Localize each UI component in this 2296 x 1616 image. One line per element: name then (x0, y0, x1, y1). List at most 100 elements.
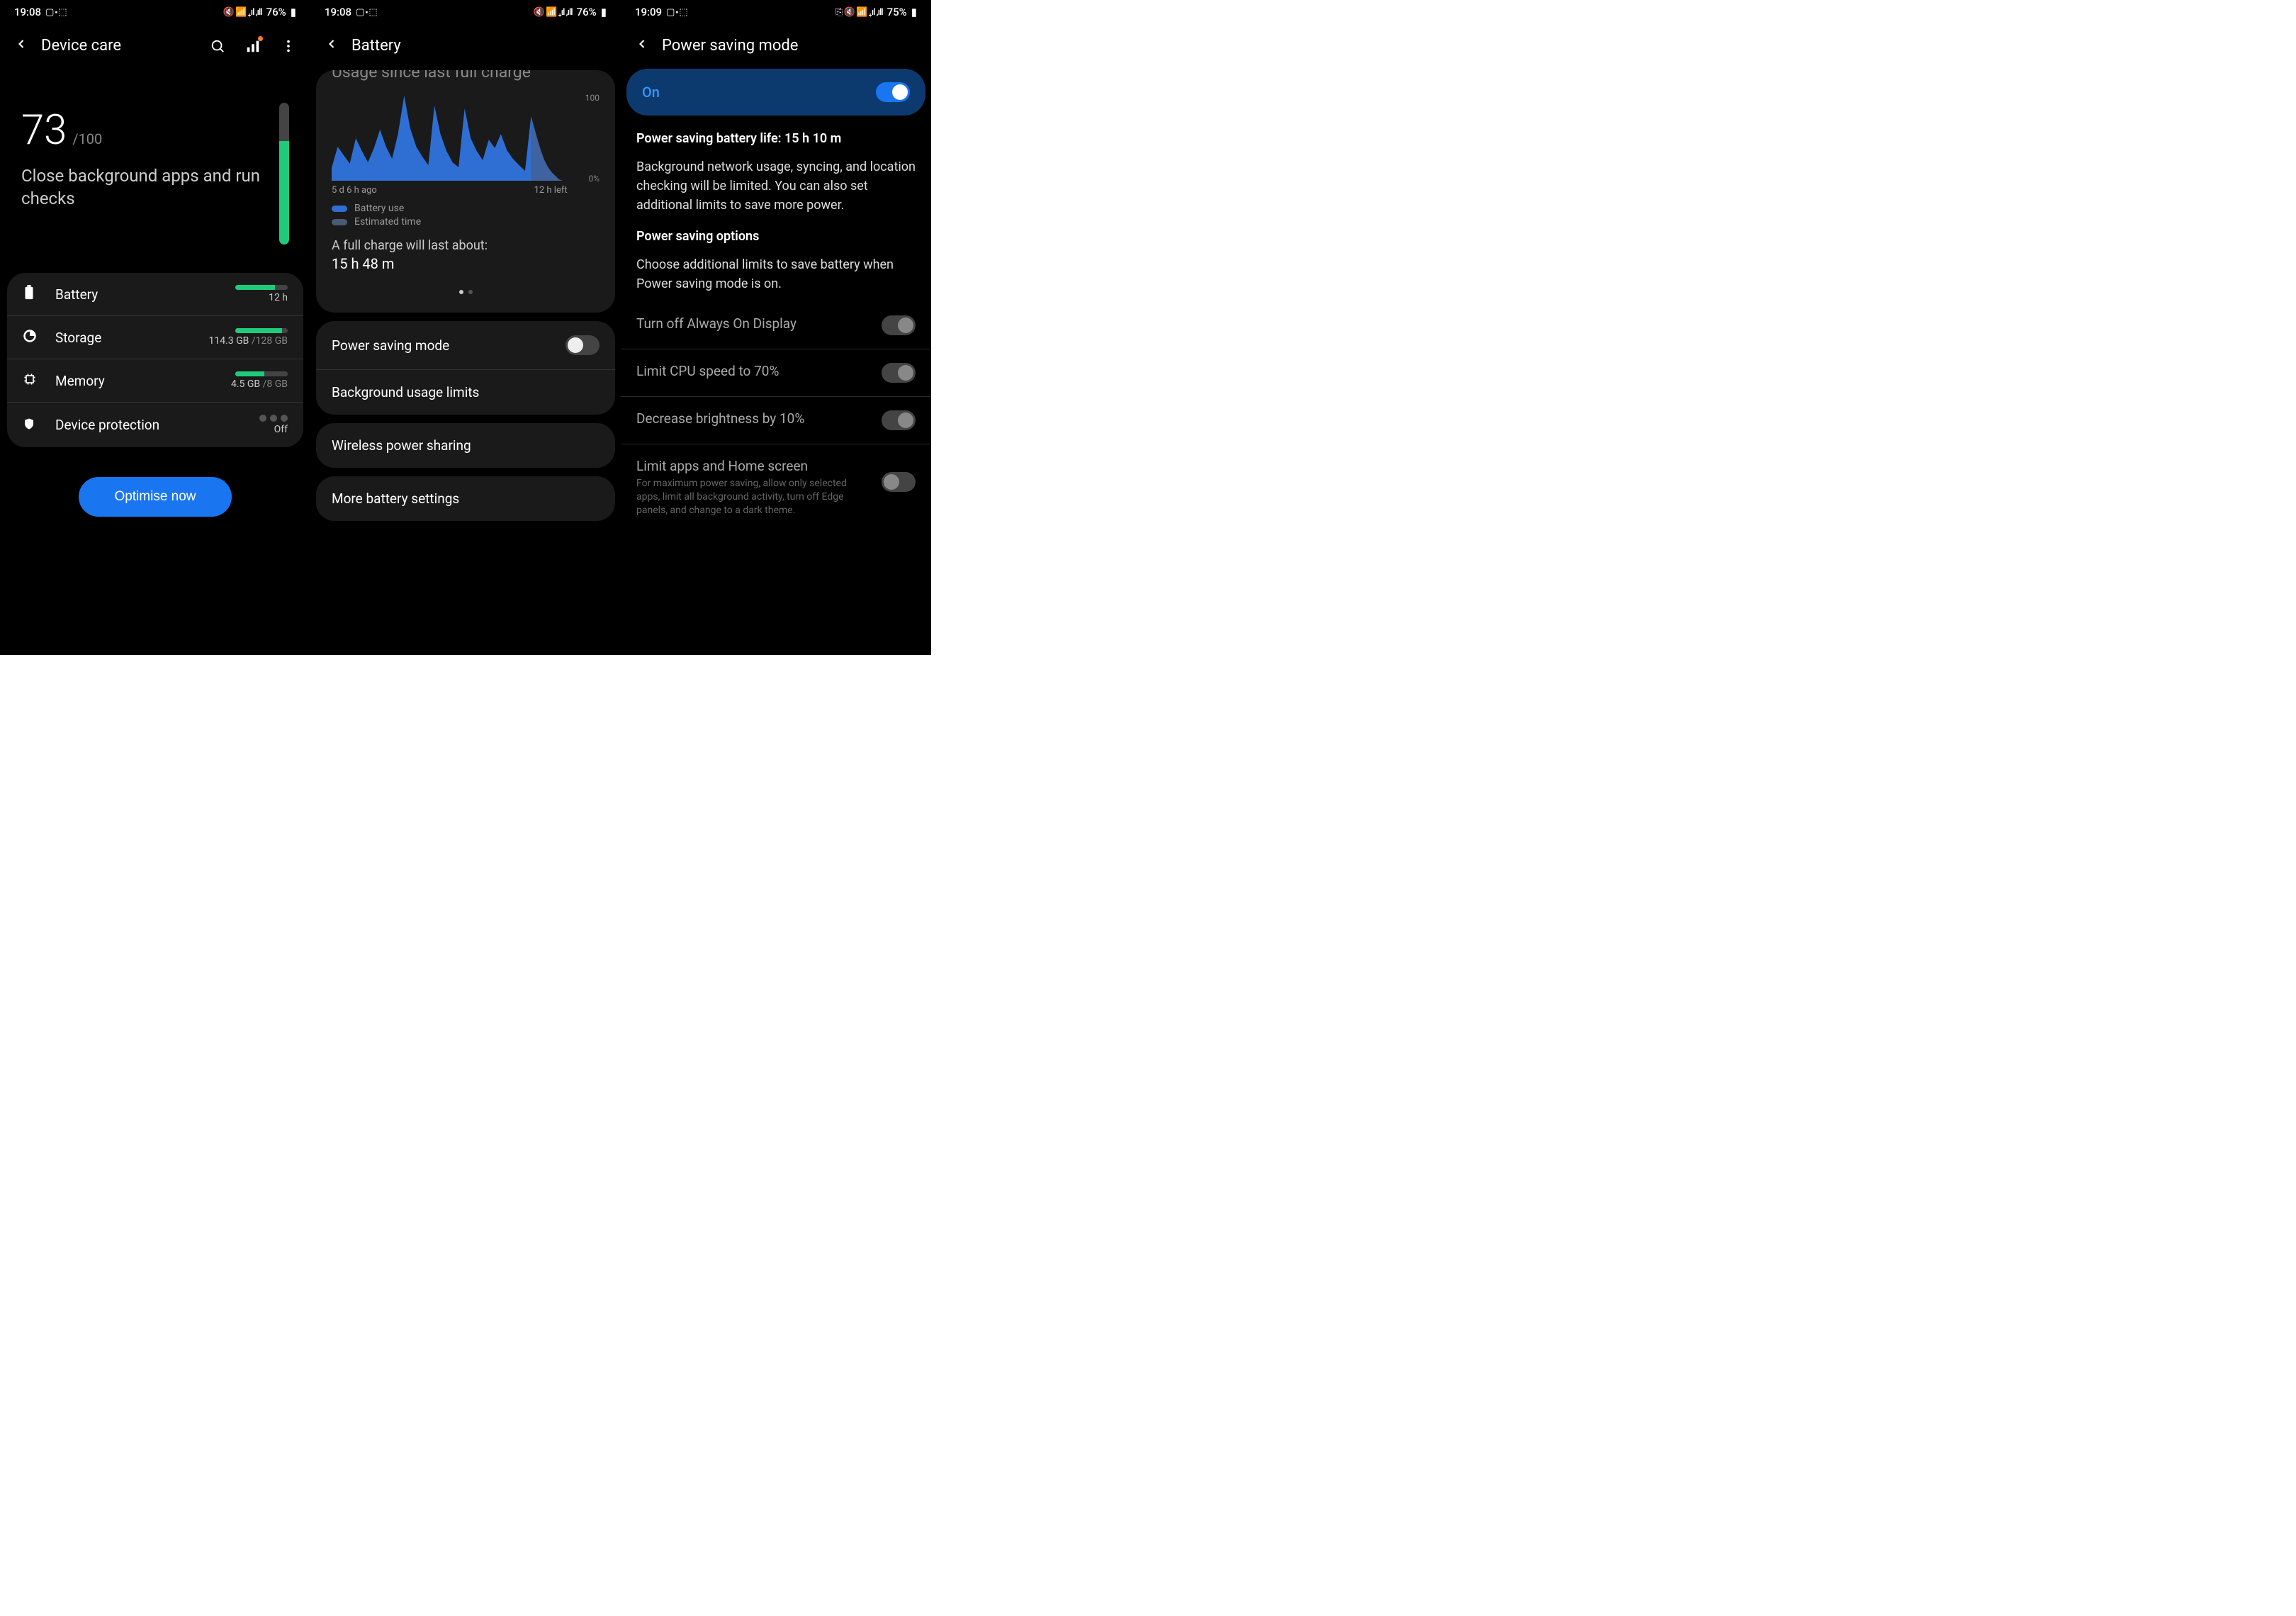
status-left-icons: ▢ ⬝ ⬚ (666, 7, 687, 18)
psm-toggle[interactable] (565, 335, 600, 355)
status-bar: 19:08 ▢ ⬝ ⬚ 🔇 📶 ₊ıl ,ıll 76% ▮ (310, 0, 621, 24)
legend-color-use (332, 206, 347, 212)
usage-chart-card[interactable]: Usage since last full charge 100 0% 5 d … (316, 70, 615, 313)
memory-row[interactable]: Memory 4.5 GB /8 GB (7, 359, 303, 403)
status-time: 19:08 (14, 6, 41, 18)
limit-apps-toggle[interactable] (882, 472, 916, 492)
settings-card-3: More battery settings (316, 476, 615, 521)
page-title: Battery (351, 37, 607, 55)
wireless-power-sharing-row[interactable]: Wireless power sharing (316, 423, 615, 468)
options-heading: Power saving options (636, 229, 916, 244)
battery-icon: ▮ (291, 6, 296, 18)
back-icon[interactable] (14, 37, 28, 55)
more-icon[interactable] (281, 38, 296, 54)
info-block: Power saving battery life: 15 h 10 m Bac… (621, 116, 931, 293)
legend-label-est: Estimated time (354, 216, 421, 228)
screen-device-care: 19:08 ▢ ⬝ ⬚ 🔇 📶 ₊ıl ,ıll 76% ▮ Device ca… (0, 0, 310, 655)
status-time: 19:09 (635, 6, 662, 18)
cpu-toggle[interactable] (882, 363, 916, 383)
header: Power saving mode (621, 24, 931, 67)
status-right-icons: 🔇 📶 ₊ıl ,ıll (534, 7, 573, 18)
memory-value: 4.5 GB /8 GB (231, 378, 288, 390)
pager-dots[interactable] (332, 290, 600, 294)
option-brightness-row[interactable]: Decrease brightness by 10% (621, 397, 931, 444)
battery-icon: ▮ (911, 6, 917, 18)
chart-svg (332, 96, 568, 181)
notification-dot-icon (258, 36, 263, 41)
status-bar: 19:09 ▢ ⬝ ⬚ ⎘ 🔇 📶 ₊ıl ,ıll 75% ▮ (621, 0, 931, 24)
brightness-label: Decrease brightness by 10% (636, 410, 882, 427)
x-right-label: 12 h left (534, 185, 568, 196)
storage-icon (23, 329, 40, 346)
aod-toggle[interactable] (882, 315, 916, 335)
brightness-toggle[interactable] (882, 410, 916, 430)
limit-apps-sub: For maximum power saving, allow only sel… (636, 477, 849, 517)
memory-icon (23, 372, 40, 389)
page-title: Device care (41, 37, 197, 55)
option-aod-row[interactable]: Turn off Always On Display (621, 302, 931, 349)
option-limit-apps-row[interactable]: Limit apps and Home screen For maximum p… (621, 444, 931, 531)
limit-apps-label: Limit apps and Home screen (636, 458, 882, 474)
protection-label: Device protection (55, 417, 259, 433)
storage-label: Storage (55, 330, 208, 346)
power-saving-mode-row[interactable]: Power saving mode (316, 321, 615, 370)
search-icon[interactable] (210, 38, 225, 54)
battery-value: 12 h (269, 292, 288, 303)
shield-icon (23, 416, 40, 434)
battery-life-heading: Power saving battery life: 15 h 10 m (636, 131, 916, 146)
score-value: 73 (21, 106, 67, 155)
wps-label: Wireless power sharing (332, 437, 600, 454)
memory-bar (235, 371, 288, 376)
x-left-label: 5 d 6 h ago (332, 185, 377, 196)
status-time: 19:08 (325, 6, 351, 18)
bul-label: Background usage limits (332, 384, 600, 400)
master-toggle[interactable] (876, 82, 910, 102)
battery-row[interactable]: Battery 12 h (7, 273, 303, 316)
status-right-icons: ⎘ 🔇 📶 ₊ıl ,ıll (835, 7, 883, 18)
score-bar-fill (279, 141, 289, 245)
screen-power-saving-mode: 19:09 ▢ ⬝ ⬚ ⎘ 🔇 📶 ₊ıl ,ıll 75% ▮ Power s… (621, 0, 931, 655)
option-cpu-row[interactable]: Limit CPU speed to 70% (621, 349, 931, 397)
aod-label: Turn off Always On Display (636, 315, 882, 332)
stats-card: Battery 12 h Storage 114.3 GB /128 GB Me… (7, 273, 303, 447)
legend-label-use: Battery use (354, 203, 404, 214)
y-max-label: 100 (585, 93, 600, 103)
status-battery-pct: 76% (266, 6, 286, 18)
signal-stats-icon[interactable] (245, 38, 261, 54)
header: Battery (310, 24, 621, 67)
status-battery-pct: 76% (577, 6, 597, 18)
status-bar: 19:08 ▢ ⬝ ⬚ 🔇 📶 ₊ıl ,ıll 76% ▮ (0, 0, 310, 24)
chart-legend: Battery use Estimated time (332, 203, 600, 228)
more-battery-settings-row[interactable]: More battery settings (316, 476, 615, 521)
status-left-icons: ▢ ⬝ ⬚ (45, 7, 67, 18)
chart-x-labels: 5 d 6 h ago 12 h left (332, 185, 568, 196)
score-section: 73 /100 Close background apps and run ch… (0, 67, 310, 266)
protection-value: Off (274, 424, 288, 435)
mbs-label: More battery settings (332, 490, 600, 507)
header: Device care (0, 24, 310, 67)
screen-battery: 19:08 ▢ ⬝ ⬚ 🔇 📶 ₊ıl ,ıll 76% ▮ Battery U… (310, 0, 621, 655)
battery-label: Battery (55, 286, 235, 303)
options-description: Choose additional limits to save battery… (636, 255, 916, 293)
cpu-label: Limit CPU speed to 70% (636, 363, 882, 379)
score-max: /100 (72, 130, 102, 147)
protection-dots (259, 415, 288, 422)
chart-title: Usage since last full charge (332, 70, 600, 82)
master-toggle-row[interactable]: On (626, 69, 925, 116)
on-label: On (642, 84, 876, 101)
psm-label: Power saving mode (332, 337, 565, 354)
battery-icon (23, 285, 40, 303)
protection-row[interactable]: Device protection Off (7, 403, 303, 447)
storage-row[interactable]: Storage 114.3 GB /128 GB (7, 316, 303, 359)
page-title: Power saving mode (662, 37, 917, 55)
storage-value: 114.3 GB /128 GB (208, 335, 288, 347)
settings-card-2: Wireless power sharing (316, 423, 615, 468)
estimate-label: A full charge will last about: (332, 238, 600, 253)
optimise-button[interactable]: Optimise now (79, 477, 231, 517)
back-icon[interactable] (325, 37, 339, 55)
background-usage-limits-row[interactable]: Background usage limits (316, 370, 615, 415)
settings-card-1: Power saving mode Background usage limit… (316, 321, 615, 415)
description-text: Background network usage, syncing, and l… (636, 157, 916, 215)
status-left-icons: ▢ ⬝ ⬚ (356, 7, 377, 18)
back-icon[interactable] (635, 37, 649, 55)
